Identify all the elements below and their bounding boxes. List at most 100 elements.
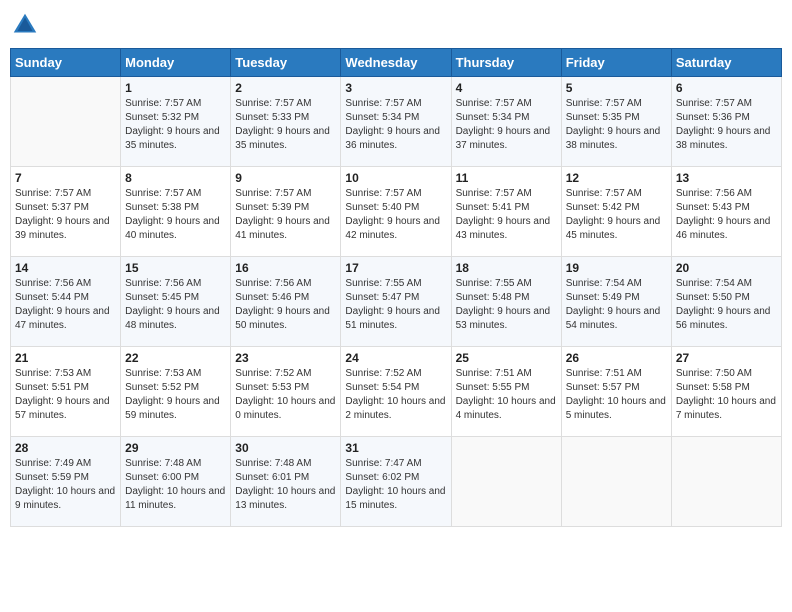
header-tuesday: Tuesday bbox=[231, 49, 341, 77]
day-cell: 10 Sunrise: 7:57 AMSunset: 5:40 PMDaylig… bbox=[341, 167, 451, 257]
day-number: 28 bbox=[15, 441, 116, 455]
week-row-1: 1 Sunrise: 7:57 AMSunset: 5:32 PMDayligh… bbox=[11, 77, 782, 167]
day-number: 2 bbox=[235, 81, 336, 95]
cell-info: Sunrise: 7:57 AMSunset: 5:37 PMDaylight:… bbox=[15, 187, 116, 243]
day-cell: 23 Sunrise: 7:52 AMSunset: 5:53 PMDaylig… bbox=[231, 347, 341, 437]
day-cell: 1 Sunrise: 7:57 AMSunset: 5:32 PMDayligh… bbox=[121, 77, 231, 167]
day-cell: 11 Sunrise: 7:57 AMSunset: 5:41 PMDaylig… bbox=[451, 167, 561, 257]
cell-info: Sunrise: 7:57 AMSunset: 5:35 PMDaylight:… bbox=[566, 97, 667, 153]
header-sunday: Sunday bbox=[11, 49, 121, 77]
day-number: 6 bbox=[676, 81, 777, 95]
cell-info: Sunrise: 7:48 AMSunset: 6:01 PMDaylight:… bbox=[235, 457, 336, 513]
cell-info: Sunrise: 7:57 AMSunset: 5:42 PMDaylight:… bbox=[566, 187, 667, 243]
day-cell: 24 Sunrise: 7:52 AMSunset: 5:54 PMDaylig… bbox=[341, 347, 451, 437]
day-number: 21 bbox=[15, 351, 116, 365]
week-row-5: 28 Sunrise: 7:49 AMSunset: 5:59 PMDaylig… bbox=[11, 437, 782, 527]
day-number: 8 bbox=[125, 171, 226, 185]
day-number: 20 bbox=[676, 261, 777, 275]
day-number: 18 bbox=[456, 261, 557, 275]
day-cell: 9 Sunrise: 7:57 AMSunset: 5:39 PMDayligh… bbox=[231, 167, 341, 257]
day-number: 1 bbox=[125, 81, 226, 95]
cell-info: Sunrise: 7:48 AMSunset: 6:00 PMDaylight:… bbox=[125, 457, 226, 513]
day-cell: 25 Sunrise: 7:51 AMSunset: 5:55 PMDaylig… bbox=[451, 347, 561, 437]
day-number: 31 bbox=[345, 441, 446, 455]
day-cell: 20 Sunrise: 7:54 AMSunset: 5:50 PMDaylig… bbox=[671, 257, 781, 347]
day-cell: 27 Sunrise: 7:50 AMSunset: 5:58 PMDaylig… bbox=[671, 347, 781, 437]
calendar-header-row: SundayMondayTuesdayWednesdayThursdayFrid… bbox=[11, 49, 782, 77]
day-number: 5 bbox=[566, 81, 667, 95]
cell-info: Sunrise: 7:55 AMSunset: 5:48 PMDaylight:… bbox=[456, 277, 557, 333]
day-number: 12 bbox=[566, 171, 667, 185]
cell-info: Sunrise: 7:55 AMSunset: 5:47 PMDaylight:… bbox=[345, 277, 446, 333]
day-cell: 7 Sunrise: 7:57 AMSunset: 5:37 PMDayligh… bbox=[11, 167, 121, 257]
header-wednesday: Wednesday bbox=[341, 49, 451, 77]
cell-info: Sunrise: 7:57 AMSunset: 5:33 PMDaylight:… bbox=[235, 97, 336, 153]
day-number: 26 bbox=[566, 351, 667, 365]
logo bbox=[10, 10, 44, 40]
day-cell bbox=[561, 437, 671, 527]
day-cell: 18 Sunrise: 7:55 AMSunset: 5:48 PMDaylig… bbox=[451, 257, 561, 347]
cell-info: Sunrise: 7:56 AMSunset: 5:44 PMDaylight:… bbox=[15, 277, 116, 333]
day-cell: 31 Sunrise: 7:47 AMSunset: 6:02 PMDaylig… bbox=[341, 437, 451, 527]
day-cell: 4 Sunrise: 7:57 AMSunset: 5:34 PMDayligh… bbox=[451, 77, 561, 167]
page-header bbox=[10, 10, 782, 40]
header-saturday: Saturday bbox=[671, 49, 781, 77]
day-number: 11 bbox=[456, 171, 557, 185]
header-friday: Friday bbox=[561, 49, 671, 77]
cell-info: Sunrise: 7:49 AMSunset: 5:59 PMDaylight:… bbox=[15, 457, 116, 513]
day-cell: 19 Sunrise: 7:54 AMSunset: 5:49 PMDaylig… bbox=[561, 257, 671, 347]
day-number: 4 bbox=[456, 81, 557, 95]
day-cell: 22 Sunrise: 7:53 AMSunset: 5:52 PMDaylig… bbox=[121, 347, 231, 437]
cell-info: Sunrise: 7:47 AMSunset: 6:02 PMDaylight:… bbox=[345, 457, 446, 513]
header-monday: Monday bbox=[121, 49, 231, 77]
cell-info: Sunrise: 7:50 AMSunset: 5:58 PMDaylight:… bbox=[676, 367, 777, 423]
day-number: 7 bbox=[15, 171, 116, 185]
day-number: 19 bbox=[566, 261, 667, 275]
day-number: 30 bbox=[235, 441, 336, 455]
day-cell: 29 Sunrise: 7:48 AMSunset: 6:00 PMDaylig… bbox=[121, 437, 231, 527]
calendar-table: SundayMondayTuesdayWednesdayThursdayFrid… bbox=[10, 48, 782, 527]
day-cell: 17 Sunrise: 7:55 AMSunset: 5:47 PMDaylig… bbox=[341, 257, 451, 347]
day-number: 29 bbox=[125, 441, 226, 455]
week-row-3: 14 Sunrise: 7:56 AMSunset: 5:44 PMDaylig… bbox=[11, 257, 782, 347]
day-cell: 14 Sunrise: 7:56 AMSunset: 5:44 PMDaylig… bbox=[11, 257, 121, 347]
cell-info: Sunrise: 7:57 AMSunset: 5:32 PMDaylight:… bbox=[125, 97, 226, 153]
cell-info: Sunrise: 7:57 AMSunset: 5:36 PMDaylight:… bbox=[676, 97, 777, 153]
cell-info: Sunrise: 7:57 AMSunset: 5:34 PMDaylight:… bbox=[345, 97, 446, 153]
cell-info: Sunrise: 7:53 AMSunset: 5:51 PMDaylight:… bbox=[15, 367, 116, 423]
day-number: 15 bbox=[125, 261, 226, 275]
cell-info: Sunrise: 7:57 AMSunset: 5:34 PMDaylight:… bbox=[456, 97, 557, 153]
cell-info: Sunrise: 7:56 AMSunset: 5:43 PMDaylight:… bbox=[676, 187, 777, 243]
day-cell: 28 Sunrise: 7:49 AMSunset: 5:59 PMDaylig… bbox=[11, 437, 121, 527]
day-cell: 16 Sunrise: 7:56 AMSunset: 5:46 PMDaylig… bbox=[231, 257, 341, 347]
day-number: 3 bbox=[345, 81, 446, 95]
day-number: 9 bbox=[235, 171, 336, 185]
cell-info: Sunrise: 7:54 AMSunset: 5:49 PMDaylight:… bbox=[566, 277, 667, 333]
day-number: 16 bbox=[235, 261, 336, 275]
cell-info: Sunrise: 7:56 AMSunset: 5:46 PMDaylight:… bbox=[235, 277, 336, 333]
day-cell: 30 Sunrise: 7:48 AMSunset: 6:01 PMDaylig… bbox=[231, 437, 341, 527]
day-cell: 26 Sunrise: 7:51 AMSunset: 5:57 PMDaylig… bbox=[561, 347, 671, 437]
header-thursday: Thursday bbox=[451, 49, 561, 77]
day-number: 24 bbox=[345, 351, 446, 365]
cell-info: Sunrise: 7:57 AMSunset: 5:39 PMDaylight:… bbox=[235, 187, 336, 243]
week-row-2: 7 Sunrise: 7:57 AMSunset: 5:37 PMDayligh… bbox=[11, 167, 782, 257]
cell-info: Sunrise: 7:53 AMSunset: 5:52 PMDaylight:… bbox=[125, 367, 226, 423]
day-cell: 21 Sunrise: 7:53 AMSunset: 5:51 PMDaylig… bbox=[11, 347, 121, 437]
day-cell bbox=[671, 437, 781, 527]
cell-info: Sunrise: 7:57 AMSunset: 5:38 PMDaylight:… bbox=[125, 187, 226, 243]
day-cell: 12 Sunrise: 7:57 AMSunset: 5:42 PMDaylig… bbox=[561, 167, 671, 257]
cell-info: Sunrise: 7:57 AMSunset: 5:40 PMDaylight:… bbox=[345, 187, 446, 243]
day-cell: 5 Sunrise: 7:57 AMSunset: 5:35 PMDayligh… bbox=[561, 77, 671, 167]
cell-info: Sunrise: 7:56 AMSunset: 5:45 PMDaylight:… bbox=[125, 277, 226, 333]
cell-info: Sunrise: 7:51 AMSunset: 5:55 PMDaylight:… bbox=[456, 367, 557, 423]
week-row-4: 21 Sunrise: 7:53 AMSunset: 5:51 PMDaylig… bbox=[11, 347, 782, 437]
day-number: 10 bbox=[345, 171, 446, 185]
cell-info: Sunrise: 7:54 AMSunset: 5:50 PMDaylight:… bbox=[676, 277, 777, 333]
day-cell: 2 Sunrise: 7:57 AMSunset: 5:33 PMDayligh… bbox=[231, 77, 341, 167]
cell-info: Sunrise: 7:51 AMSunset: 5:57 PMDaylight:… bbox=[566, 367, 667, 423]
cell-info: Sunrise: 7:52 AMSunset: 5:54 PMDaylight:… bbox=[345, 367, 446, 423]
day-cell bbox=[11, 77, 121, 167]
day-cell: 15 Sunrise: 7:56 AMSunset: 5:45 PMDaylig… bbox=[121, 257, 231, 347]
cell-info: Sunrise: 7:52 AMSunset: 5:53 PMDaylight:… bbox=[235, 367, 336, 423]
